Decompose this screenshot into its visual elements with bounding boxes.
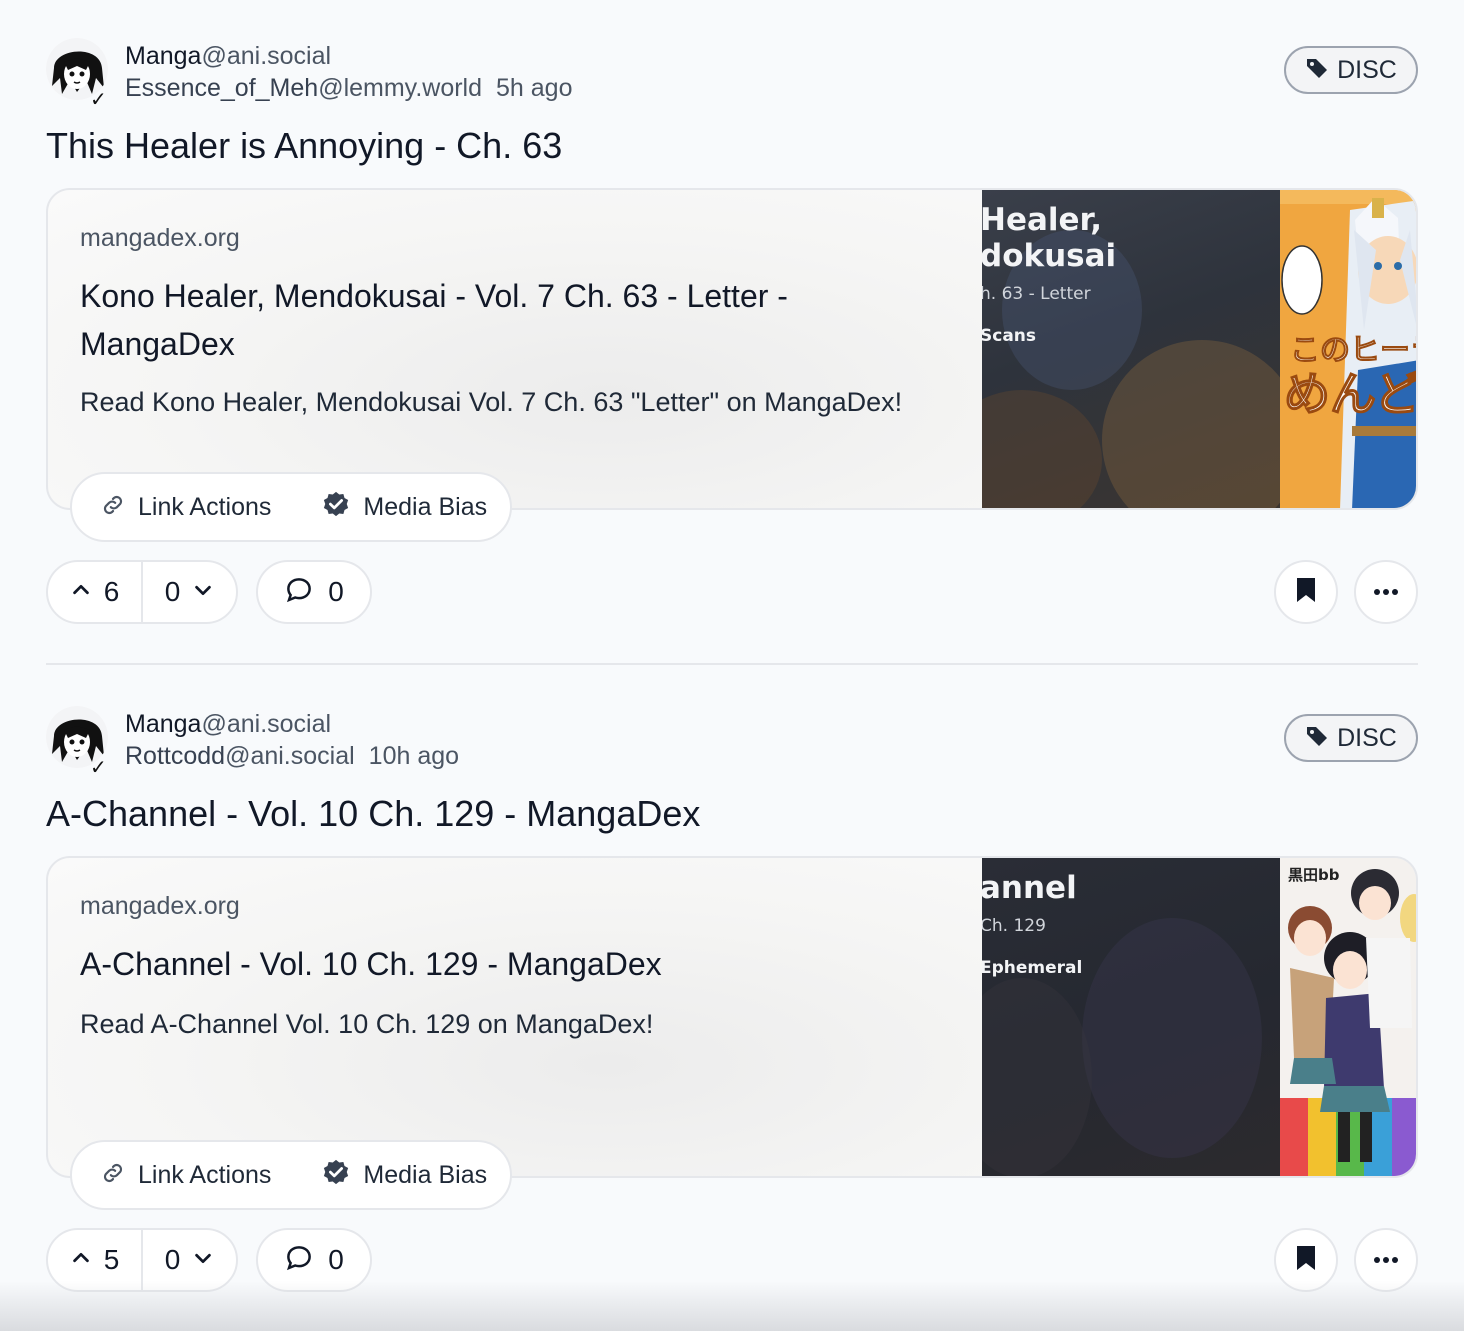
verified-check-icon: ✓: [90, 87, 107, 111]
post-card: ✓ Manga@ani.social Essence_of_Meh@lemmy.…: [46, 38, 1418, 624]
link-preview-text-area: mangadex.org A-Channel - Vol. 10 Ch. 129…: [48, 858, 982, 1176]
link-actions-button[interactable]: Link Actions: [138, 1161, 271, 1190]
chevron-up-icon: [70, 1247, 92, 1274]
link-icon: [100, 492, 126, 523]
comments-button[interactable]: 0: [256, 560, 372, 624]
vote-control: 6 0: [46, 560, 238, 624]
upvote-count: 6: [103, 576, 120, 607]
community-link[interactable]: Manga@ani.social: [125, 40, 331, 72]
upvote-count: 5: [103, 1244, 120, 1275]
svg-text:めんど: めんど: [1284, 367, 1418, 421]
chevron-down-icon: [192, 579, 214, 606]
svg-text:このヒーラー: このヒーラー: [1290, 333, 1418, 368]
link-preview-card[interactable]: mangadex.org Kono Healer, Mendokusai - V…: [46, 188, 1418, 510]
community-instance[interactable]: @ani.social: [201, 42, 331, 70]
flair-tag[interactable]: DISC: [1284, 46, 1418, 94]
link-preview-card[interactable]: mangadex.org A-Channel - Vol. 10 Ch. 129…: [46, 856, 1418, 1178]
post-meta: ✓ Manga@ani.social Essence_of_Meh@lemmy.…: [46, 38, 1418, 110]
tag-icon: [1305, 724, 1329, 753]
comment-count: 0: [328, 1244, 344, 1275]
link-actions-button[interactable]: Link Actions: [138, 493, 271, 522]
scroll-fade: [0, 1281, 1464, 1331]
media-bias-button[interactable]: Media Bias: [363, 1161, 487, 1190]
thumbnail-text: h. 63 - Letter: [982, 284, 1091, 304]
cover-author-text: 黒田bb: [1288, 866, 1340, 884]
ellipsis-icon: [1373, 1251, 1399, 1269]
comment-count: 0: [328, 576, 344, 607]
thumbnail-text: Healer,: [982, 202, 1103, 238]
downvote-button[interactable]: 0: [143, 562, 236, 622]
verified-badge-icon: [321, 490, 351, 525]
flair-tag-label: DISC: [1337, 55, 1397, 84]
post-actions: 6 0 0: [46, 560, 1418, 626]
chevron-up-icon: [70, 579, 92, 606]
bookmark-icon: [1294, 1245, 1318, 1276]
author-line: Essence_of_Meh@lemmy.world 5h ago: [125, 72, 572, 104]
ellipsis-icon: [1373, 583, 1399, 601]
link-title[interactable]: A-Channel - Vol. 10 Ch. 129 - MangaDex: [80, 940, 920, 988]
author-instance[interactable]: @ani.social: [225, 742, 355, 770]
bookmark-icon: [1294, 577, 1318, 608]
comment-bubble-icon: [284, 575, 314, 610]
author-name[interactable]: Rottcodd: [125, 742, 225, 770]
community-link[interactable]: Manga@ani.social: [125, 708, 331, 740]
link-icon: [100, 1160, 126, 1191]
verified-check-icon: ✓: [90, 755, 107, 779]
manga-cover-image: このヒーラー めんど: [1280, 190, 1418, 508]
thumbnail-text: dokusai: [982, 238, 1117, 274]
community-name[interactable]: Manga: [125, 42, 201, 70]
link-domain: mangadex.org: [80, 892, 240, 920]
save-post-button[interactable]: [1274, 560, 1338, 624]
author-name[interactable]: Essence_of_Meh: [125, 74, 318, 102]
community-name[interactable]: Manga: [125, 710, 201, 738]
upvote-button[interactable]: 6: [48, 562, 143, 622]
post-card: ✓ Manga@ani.social Rottcodd@ani.social 10…: [46, 706, 1418, 1292]
downvote-count: 0: [164, 576, 181, 607]
community-instance[interactable]: @ani.social: [201, 710, 331, 738]
link-description: Read Kono Healer, Mendokusai Vol. 7 Ch. …: [80, 387, 903, 417]
thumbnail-text: Scans: [982, 326, 1037, 346]
downvote-count: 0: [164, 1244, 181, 1275]
thumbnail-text: annel: [982, 870, 1077, 906]
link-thumbnail-banner: annel Ch. 129 Ephemeral: [982, 858, 1280, 1176]
link-thumbnail-banner: Healer, dokusai h. 63 - Letter Scans: [982, 190, 1280, 508]
chevron-down-icon: [192, 1247, 214, 1274]
verified-badge-icon: [321, 1158, 351, 1193]
thumbnail-text: Ch. 129: [982, 916, 1046, 936]
media-bias-button[interactable]: Media Bias: [363, 493, 487, 522]
link-title[interactable]: Kono Healer, Mendokusai - Vol. 7 Ch. 63 …: [80, 272, 920, 368]
link-actions-bar: Link Actions Media Bias: [70, 472, 512, 542]
author-instance[interactable]: @lemmy.world: [318, 74, 482, 102]
post-time: 10h ago: [368, 742, 460, 770]
post-meta: ✓ Manga@ani.social Rottcodd@ani.social 10…: [46, 706, 1418, 778]
post-time: 5h ago: [496, 74, 573, 102]
post-title[interactable]: This Healer is Annoying - Ch. 63: [46, 122, 1418, 170]
comment-bubble-icon: [284, 1243, 314, 1278]
flair-tag[interactable]: DISC: [1284, 714, 1418, 762]
manga-cover-image: 黒田bb: [1280, 858, 1416, 1176]
thumbnail-text: Ephemeral: [982, 958, 1083, 978]
more-options-button[interactable]: [1354, 560, 1418, 624]
post-divider: [46, 663, 1418, 665]
link-domain: mangadex.org: [80, 224, 240, 252]
author-line: Rottcodd@ani.social 10h ago: [125, 740, 459, 772]
link-actions-bar: Link Actions Media Bias: [70, 1140, 512, 1210]
flair-tag-label: DISC: [1337, 723, 1397, 752]
link-preview-text-area: mangadex.org Kono Healer, Mendokusai - V…: [48, 190, 982, 508]
tag-icon: [1305, 56, 1329, 85]
post-title[interactable]: A-Channel - Vol. 10 Ch. 129 - MangaDex: [46, 790, 1418, 838]
link-description: Read A-Channel Vol. 10 Ch. 129 on MangaD…: [80, 1009, 654, 1039]
